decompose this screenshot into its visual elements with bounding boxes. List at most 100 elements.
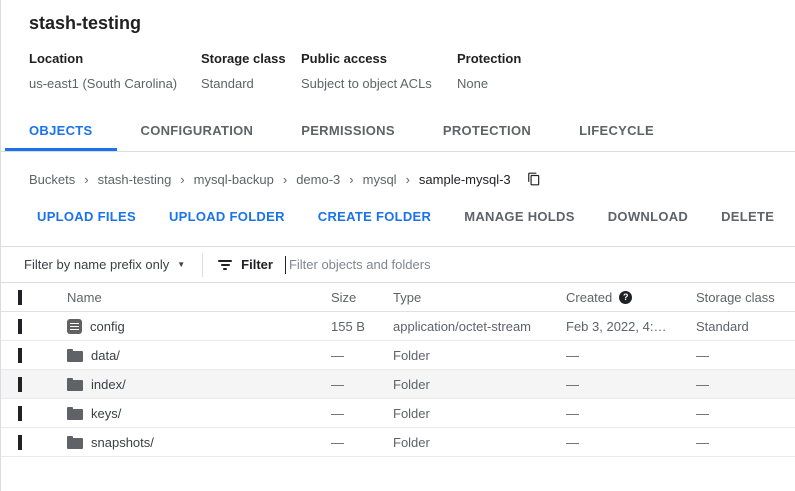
info-value: None [457,76,489,91]
objects-table: Name Size Type Created ? Storage class c… [1,283,795,457]
create-folder-button[interactable]: CREATE FOLDER [318,209,431,224]
object-created: — [566,347,579,363]
info-label: Storage class [201,51,286,66]
row-checkbox[interactable] [18,405,22,421]
table-header-row: Name Size Type Created ? Storage class [1,283,795,312]
object-size: — [331,434,344,450]
info-public-access: Public access Subject to object ACLs [301,51,457,91]
breadcrumb-item-folder[interactable]: mysql [363,172,397,187]
row-checkbox[interactable] [18,376,22,392]
text-caret [284,255,286,274]
breadcrumb-current: sample-mysql-3 [418,171,511,187]
object-type: Folder [393,434,430,450]
select-all-checkbox[interactable] [18,289,22,305]
tab-configuration[interactable]: CONFIGURATION [117,112,278,151]
info-location: Location us-east1 (South Carolina) [29,51,201,91]
object-type: Folder [393,405,430,421]
object-storage-class: — [696,347,709,363]
filter-label: Filter [241,257,273,272]
help-icon[interactable]: ? [619,290,633,304]
breadcrumb-item-bucket[interactable]: stash-testing [98,172,172,187]
object-name-link[interactable]: index/ [91,377,126,392]
chevron-right-icon: › [349,171,354,187]
bucket-info-row: Location us-east1 (South Carolina) Stora… [29,51,795,91]
vertical-divider [202,252,204,277]
table-row: snapshots/ — Folder — — [1,428,795,457]
object-name-link[interactable]: config [90,319,125,334]
info-label: Public access [301,51,387,66]
info-value: Standard [201,76,254,91]
page-title: stash-testing [29,13,142,33]
column-header-size: Size [331,289,357,305]
folder-icon [67,348,83,362]
upload-folder-button[interactable]: UPLOAD FOLDER [169,209,285,224]
object-size: 155 B [331,318,365,334]
file-icon [67,318,82,334]
filter-scope-dropdown[interactable]: Filter by name prefix only ▼ [24,257,185,272]
object-type: Folder [393,376,430,392]
tab-protection[interactable]: PROTECTION [419,112,555,151]
column-header-type: Type [393,289,422,305]
download-button[interactable]: DOWNLOAD [608,209,688,224]
breadcrumb: Buckets › stash-testing › mysql-backup ›… [1,152,795,200]
column-header-name: Name [67,289,102,305]
object-storage-class: — [696,405,709,421]
bucket-header: stash-testing Location us-east1 (South C… [1,0,795,91]
object-type: application/octet-stream [393,318,532,334]
object-storage-class: Standard [696,318,749,334]
breadcrumb-item-folder[interactable]: demo-3 [296,172,340,187]
object-created: — [566,405,579,421]
row-checkbox[interactable] [18,318,22,334]
row-checkbox[interactable] [18,434,22,450]
object-name-link[interactable]: keys/ [91,406,121,421]
breadcrumb-item-folder[interactable]: mysql-backup [194,172,274,187]
object-created: — [566,376,579,392]
row-checkbox[interactable] [18,347,22,363]
tab-lifecycle[interactable]: LIFECYCLE [555,112,678,151]
filter-list-icon [218,259,233,270]
folder-icon [67,377,83,391]
table-row: index/ — Folder — — [1,370,795,399]
chevron-right-icon: › [84,171,89,187]
table-row: keys/ — Folder — — [1,399,795,428]
tab-permissions[interactable]: PERMISSIONS [277,112,419,151]
tab-objects[interactable]: OBJECTS [5,112,117,151]
breadcrumb-item-buckets[interactable]: Buckets [29,172,75,187]
object-created: — [566,434,579,450]
chevron-right-icon: › [405,171,410,187]
filter-input[interactable] [288,257,795,272]
info-value: Subject to object ACLs [301,76,432,91]
folder-icon [67,406,83,420]
info-label: Location [29,51,84,66]
filter-scope-label: Filter by name prefix only [24,257,170,272]
chevron-right-icon: › [180,171,185,187]
upload-files-button[interactable]: UPLOAD FILES [37,209,136,224]
object-size: — [331,376,344,392]
manage-holds-button[interactable]: MANAGE HOLDS [464,209,575,224]
object-size: — [331,405,344,421]
object-name-link[interactable]: snapshots/ [91,435,154,450]
copy-icon [527,172,539,186]
object-actions-bar: UPLOAD FILES UPLOAD FOLDER CREATE FOLDER… [1,200,795,235]
column-header-storage-class: Storage class [696,289,775,305]
delete-button[interactable]: DELETE [721,209,774,224]
info-label: Protection [457,51,522,66]
info-protection: Protection None [457,51,521,91]
object-storage-class: — [696,434,709,450]
column-header-created: Created ? [566,290,696,305]
object-created: Feb 3, 2022, 4:… [566,318,667,334]
folder-icon [67,435,83,449]
object-name-link[interactable]: data/ [91,348,120,363]
bucket-details-page: stash-testing Location us-east1 (South C… [1,0,795,457]
copy-path-button[interactable] [527,171,541,187]
info-storage-class: Storage class Standard [201,51,301,91]
object-type: Folder [393,347,430,363]
info-value: us-east1 (South Carolina) [29,76,178,91]
dropdown-arrow-icon: ▼ [177,260,186,269]
filter-bar: Filter by name prefix only ▼ Filter [1,246,795,283]
table-row: data/ — Folder — — [1,341,795,370]
chevron-right-icon: › [282,171,288,187]
object-storage-class: — [696,376,709,392]
tab-bar: OBJECTS CONFIGURATION PERMISSIONS PROTEC… [1,112,795,152]
object-size: — [331,347,344,363]
